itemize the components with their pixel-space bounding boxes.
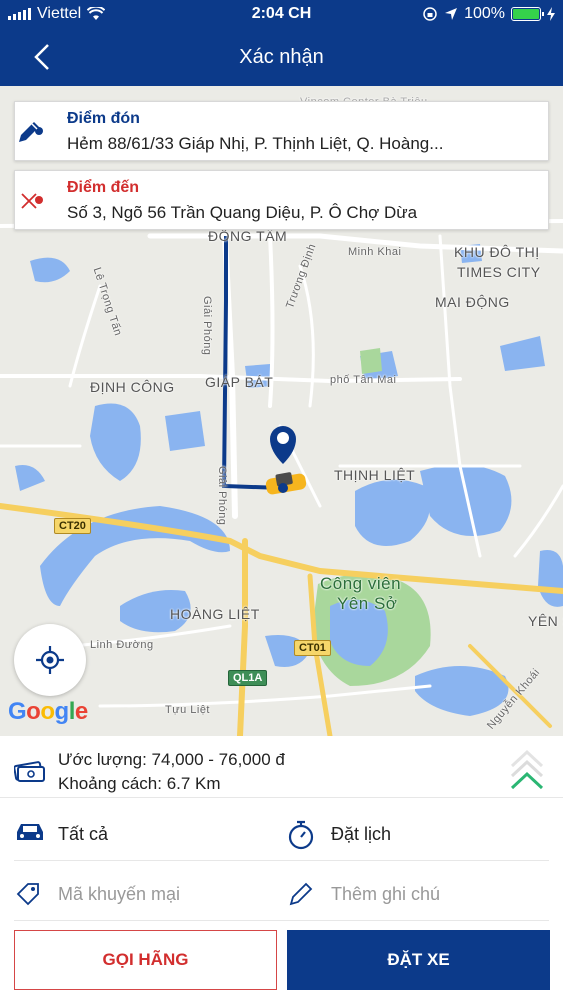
recenter-button[interactable] <box>14 624 86 696</box>
fare-estimate: Ước lượng: 74,000 - 76,000 đ <box>58 750 285 769</box>
map-label: Yên Sở <box>337 594 398 613</box>
destination-location-box[interactable]: Điểm đến Số 3, Ngõ 56 Trần Quang Diệu, P… <box>14 170 549 230</box>
close-icon[interactable] <box>15 187 43 215</box>
battery-percent: 100% <box>464 5 505 22</box>
divider <box>14 920 549 921</box>
map-label: TIMES CITY <box>457 264 541 280</box>
chevron-up-icon[interactable] <box>507 746 547 794</box>
add-note-field[interactable]: Thêm ghi chú <box>287 866 549 922</box>
pickup-address: Hẻm 88/61/33 Giáp Nhị, P. Thịnh Liệt, Q.… <box>67 134 444 153</box>
car-icon <box>17 824 43 840</box>
map-label: GIÁP BÁT <box>205 374 274 390</box>
rotation-lock-icon <box>423 7 437 21</box>
status-right: 100% <box>422 5 555 23</box>
promo-code-field[interactable]: Mã khuyến mại <box>14 866 284 922</box>
add-note-placeholder: Thêm ghi chú <box>331 884 441 904</box>
map-label: YÊN S <box>528 613 563 629</box>
pickup-location-box[interactable]: Điểm đón Hẻm 88/61/33 Giáp Nhị, P. Thịnh… <box>14 101 549 161</box>
crosshair-icon <box>36 646 64 674</box>
road-shield: QL1A <box>228 670 268 686</box>
stopwatch-icon <box>288 820 314 850</box>
money-icon <box>14 761 45 782</box>
charging-icon <box>547 7 555 21</box>
page-title: Xác nhận <box>239 46 324 68</box>
vehicle-type-selector[interactable]: Tất cả <box>14 806 284 862</box>
fare-estimate-row[interactable]: Ước lượng: 74,000 - 76,000 đ Khoảng cách… <box>0 736 563 798</box>
promo-code-placeholder: Mã khuyến mại <box>58 884 181 904</box>
map-label: MAI ĐỘNG <box>435 294 510 310</box>
map-label: ĐỊNH CÔNG <box>90 379 175 395</box>
booking-panel: Ước lượng: 74,000 - 76,000 đ Khoảng cách… <box>0 736 563 1000</box>
google-logo: Google <box>8 698 88 725</box>
pickup-label: Điểm đón <box>67 110 140 127</box>
top-bar: Viettel 2:04 CH 100% Xác nhận <box>0 0 563 86</box>
map-label: Giải Phóng <box>201 296 213 356</box>
nav-header: Xác nhận <box>0 30 563 86</box>
map-view[interactable]: Vincom Center Bà Triệu ĐỒNG TÂM Minh Kha… <box>0 86 563 736</box>
map-label: Tựu Liệt <box>165 704 210 716</box>
map-label: ĐỒNG TÂM <box>208 228 288 244</box>
map-label: Công viên <box>320 574 402 593</box>
location-arrow-icon <box>445 8 458 20</box>
edit-pencil-icon[interactable] <box>15 118 43 146</box>
battery-icon <box>511 7 544 21</box>
destination-address: Số 3, Ngõ 56 Trần Quang Diệu, P. Ô Chợ D… <box>67 203 418 222</box>
road-shield: CT01 <box>294 640 331 656</box>
schedule-selector[interactable]: Đặt lịch <box>287 806 549 862</box>
map-label: THỊNH LIỆT <box>334 467 416 483</box>
map-label: phố Tân Mai <box>330 374 397 386</box>
trip-distance: Khoảng cách: 6.7 Km <box>58 774 221 793</box>
map-label: Minh Khai <box>348 246 402 258</box>
tag-icon <box>16 883 39 906</box>
destination-label: Điểm đến <box>67 179 140 196</box>
schedule-label: Đặt lịch <box>331 824 392 844</box>
vehicle-type-label: Tất cả <box>58 824 109 844</box>
divider <box>14 860 549 861</box>
map-label: HOÀNG LIỆT <box>170 606 260 622</box>
road-shield: CT20 <box>54 518 91 534</box>
map-label: Linh Đường <box>90 639 154 651</box>
call-company-button[interactable]: GỌI HÃNG <box>14 930 277 990</box>
map-label: Giải Phóng <box>216 466 228 526</box>
map-label: KHU ĐÔ THỊ <box>454 244 540 260</box>
status-bar: Viettel 2:04 CH 100% <box>0 0 563 30</box>
pencil-icon <box>289 882 313 906</box>
book-ride-button[interactable]: ĐẶT XE <box>287 930 550 990</box>
